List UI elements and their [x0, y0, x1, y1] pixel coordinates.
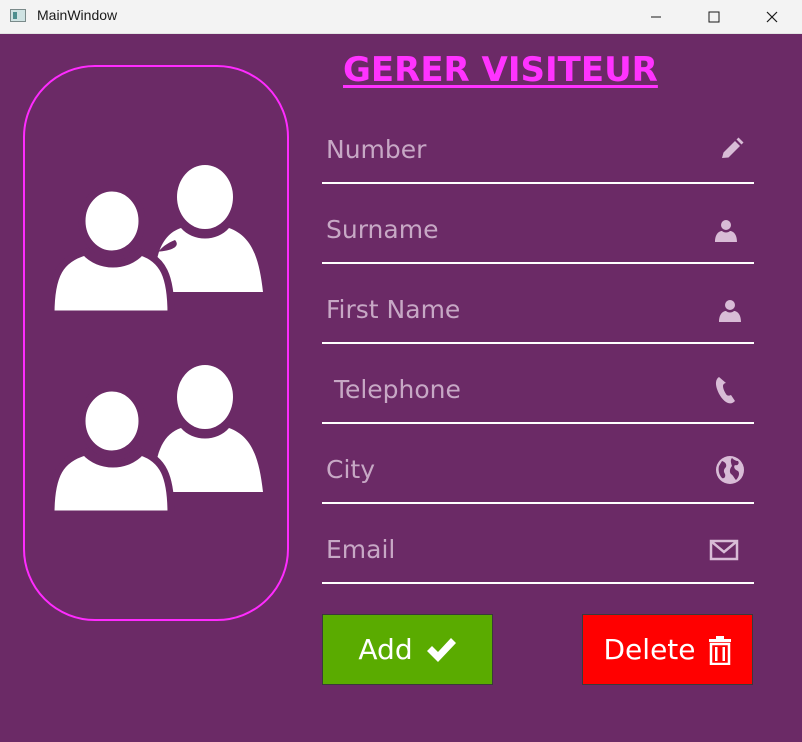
city-input[interactable]	[326, 451, 696, 487]
app-window-icon	[10, 9, 26, 22]
surname-input[interactable]	[326, 211, 696, 247]
page-title: GERER VISITEUR	[343, 50, 658, 90]
minimize-button[interactable]	[627, 0, 685, 33]
user-icon	[715, 220, 737, 242]
email-field	[322, 504, 754, 584]
users-group-icon	[51, 165, 263, 314]
checkmark-icon	[426, 637, 456, 662]
visitor-image-frame	[23, 65, 289, 621]
main-content: GERER VISITEUR Number Surname First Name…	[3, 34, 799, 739]
window-title: MainWindow	[37, 7, 118, 23]
add-button[interactable]: Add	[322, 614, 493, 685]
add-button-label: Add	[358, 633, 413, 666]
globe-icon	[716, 456, 744, 484]
envelope-icon	[709, 539, 739, 561]
close-button[interactable]	[743, 0, 801, 33]
number-field	[322, 104, 754, 184]
delete-button[interactable]: Delete	[582, 614, 753, 685]
minimize-icon	[651, 16, 661, 17]
first-name-input[interactable]	[326, 291, 696, 327]
delete-button-label: Delete	[603, 633, 696, 666]
email-input[interactable]	[326, 531, 696, 567]
maximize-icon	[708, 11, 720, 22]
pencil-icon	[722, 137, 744, 158]
window-titlebar: MainWindow	[0, 0, 802, 34]
city-field	[322, 424, 754, 504]
surname-field	[322, 184, 754, 264]
phone-icon	[715, 377, 735, 404]
user-icon	[719, 300, 741, 322]
telephone-input[interactable]	[326, 371, 696, 407]
number-input[interactable]	[326, 131, 696, 167]
first-name-field	[322, 264, 754, 344]
close-icon	[766, 11, 778, 22]
trash-icon	[708, 635, 731, 665]
maximize-button[interactable]	[685, 0, 743, 33]
users-group-icon-secondary	[51, 365, 263, 514]
telephone-field	[322, 344, 754, 424]
